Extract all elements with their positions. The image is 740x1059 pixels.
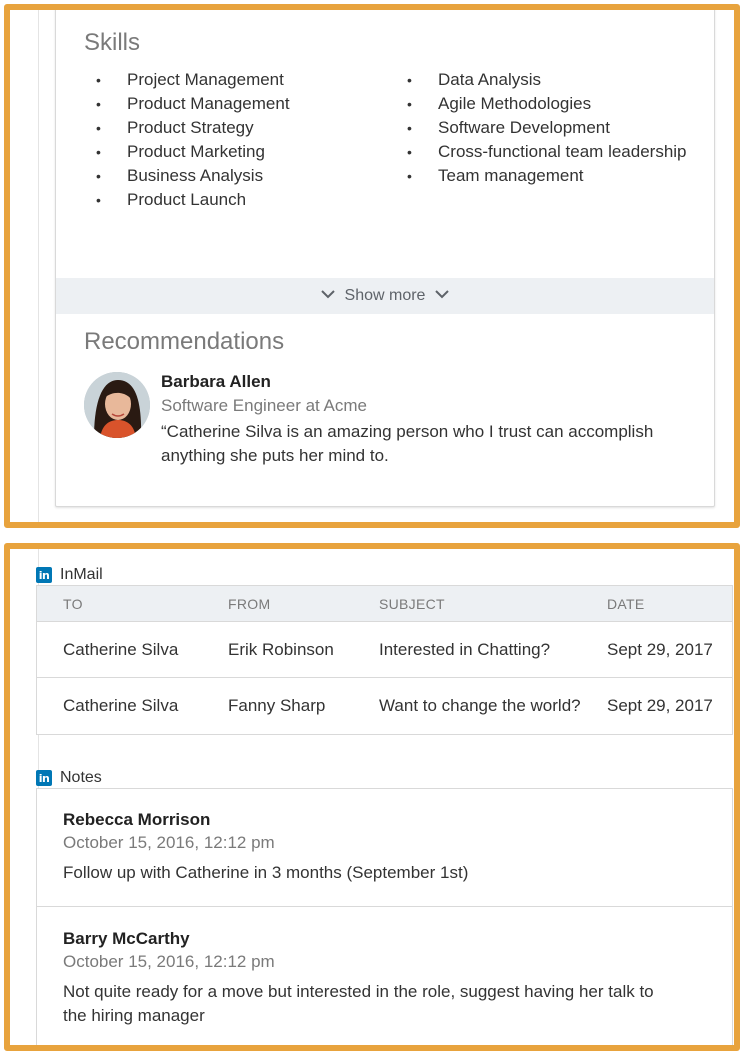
note-date: October 15, 2016, 12:12 pm (63, 833, 275, 852)
inmail-title: InMail (60, 566, 103, 583)
skill-item: • Software Development (407, 116, 687, 140)
note-author[interactable]: Rebecca Morrison (63, 809, 663, 831)
profile-card: Skills • Project Management • Product Mana… (55, 10, 715, 507)
skill-item: • Cross-functional team leadership (407, 140, 687, 164)
table-row[interactable]: Catherine Silva Fanny Sharp Want to chan… (37, 678, 732, 734)
skill-item: • Product Strategy (96, 116, 290, 140)
note-text: Not quite ready for a move but intereste… (63, 982, 654, 1025)
recommendation-text: “Catherine Silva is an amazing person wh… (161, 422, 654, 465)
note-item: Barry McCarthy October 15, 2016, 12:12 p… (63, 928, 663, 1028)
column-header-from[interactable]: FROM (228, 596, 270, 612)
linkedin-logo-icon: in (36, 567, 52, 583)
show-more-label: Show more (344, 287, 426, 304)
bullet-icon: • (96, 144, 101, 160)
note-date: October 15, 2016, 12:12 pm (63, 952, 275, 971)
skill-item: • Product Marketing (96, 140, 290, 164)
note-item: Rebecca Morrison October 15, 2016, 12:12… (63, 809, 663, 885)
note-text: Follow up with Catherine in 3 months (Se… (63, 863, 469, 882)
cell-from: Fanny Sharp (228, 696, 326, 715)
highlight-frame-profile: Skills • Project Management • Product Mana… (4, 4, 740, 528)
skill-item: • Project Management (96, 68, 290, 92)
skill-item: • Data Analysis (407, 68, 687, 92)
chevron-down-icon (435, 290, 450, 299)
show-more-button[interactable]: Show more (56, 278, 714, 314)
recommendations-title: Recommendations (84, 328, 285, 355)
inmail-header: in InMail (36, 566, 103, 584)
bullet-icon: • (407, 96, 412, 112)
cell-subject: Interested in Chatting? (379, 639, 551, 659)
bullet-icon: • (96, 96, 101, 112)
cell-subject: Want to change the world? (379, 696, 581, 715)
bullet-icon: • (96, 168, 101, 184)
skill-item: • Business Analysis (96, 164, 290, 188)
recommender-role: Software Engineer at Acme (161, 396, 368, 415)
cell-to: Catherine Silva (63, 639, 179, 659)
skills-list-right: • Data Analysis • Agile Methodologies • Sof… (407, 68, 687, 188)
skill-item: • Team management (407, 164, 687, 188)
cell-to: Catherine Silva (63, 696, 179, 715)
bullet-icon: • (407, 168, 412, 184)
bullet-icon: • (96, 120, 101, 136)
notes-header: in Notes (36, 769, 102, 787)
notes-title: Notes (60, 769, 102, 786)
inmail-table: TO FROM SUBJECT DATE Catherine Silva Eri… (36, 585, 733, 735)
bullet-icon: • (96, 192, 101, 208)
bullet-icon: • (407, 72, 412, 88)
column-header-to[interactable]: TO (63, 596, 83, 612)
column-header-date[interactable]: DATE (607, 596, 645, 612)
cell-date: Sept 29, 2017 (607, 696, 713, 715)
skill-item: • Product Launch (96, 188, 290, 212)
bullet-icon: • (407, 144, 412, 160)
table-row[interactable]: Catherine Silva Erik Robinson Interested… (37, 622, 732, 678)
cell-from: Erik Robinson (228, 639, 334, 659)
skill-item: • Agile Methodologies (407, 92, 687, 116)
chevron-down-icon (320, 290, 335, 299)
note-divider (37, 906, 732, 907)
linkedin-logo-icon: in (36, 770, 52, 786)
skills-title: Skills (84, 29, 141, 56)
note-author[interactable]: Barry McCarthy (63, 928, 663, 950)
notes-list: Rebecca Morrison October 15, 2016, 12:12… (36, 788, 733, 1045)
column-header-subject[interactable]: SUBJECT (379, 596, 445, 612)
bullet-icon: • (96, 72, 101, 88)
bullet-icon: • (407, 120, 412, 136)
cell-date: Sept 29, 2017 (607, 639, 713, 659)
recommender-name[interactable]: Barbara Allen (161, 372, 271, 392)
skills-list-left: • Project Management • Product Management … (96, 68, 290, 212)
table-header-row: TO FROM SUBJECT DATE (37, 586, 732, 622)
avatar[interactable] (84, 372, 150, 438)
skill-item: • Product Management (96, 92, 290, 116)
avatar-portrait-icon (84, 372, 150, 438)
highlight-frame-activity: in InMail TO FROM SUBJECT DATE Catherine… (4, 543, 740, 1051)
page-left-rule (38, 10, 39, 522)
